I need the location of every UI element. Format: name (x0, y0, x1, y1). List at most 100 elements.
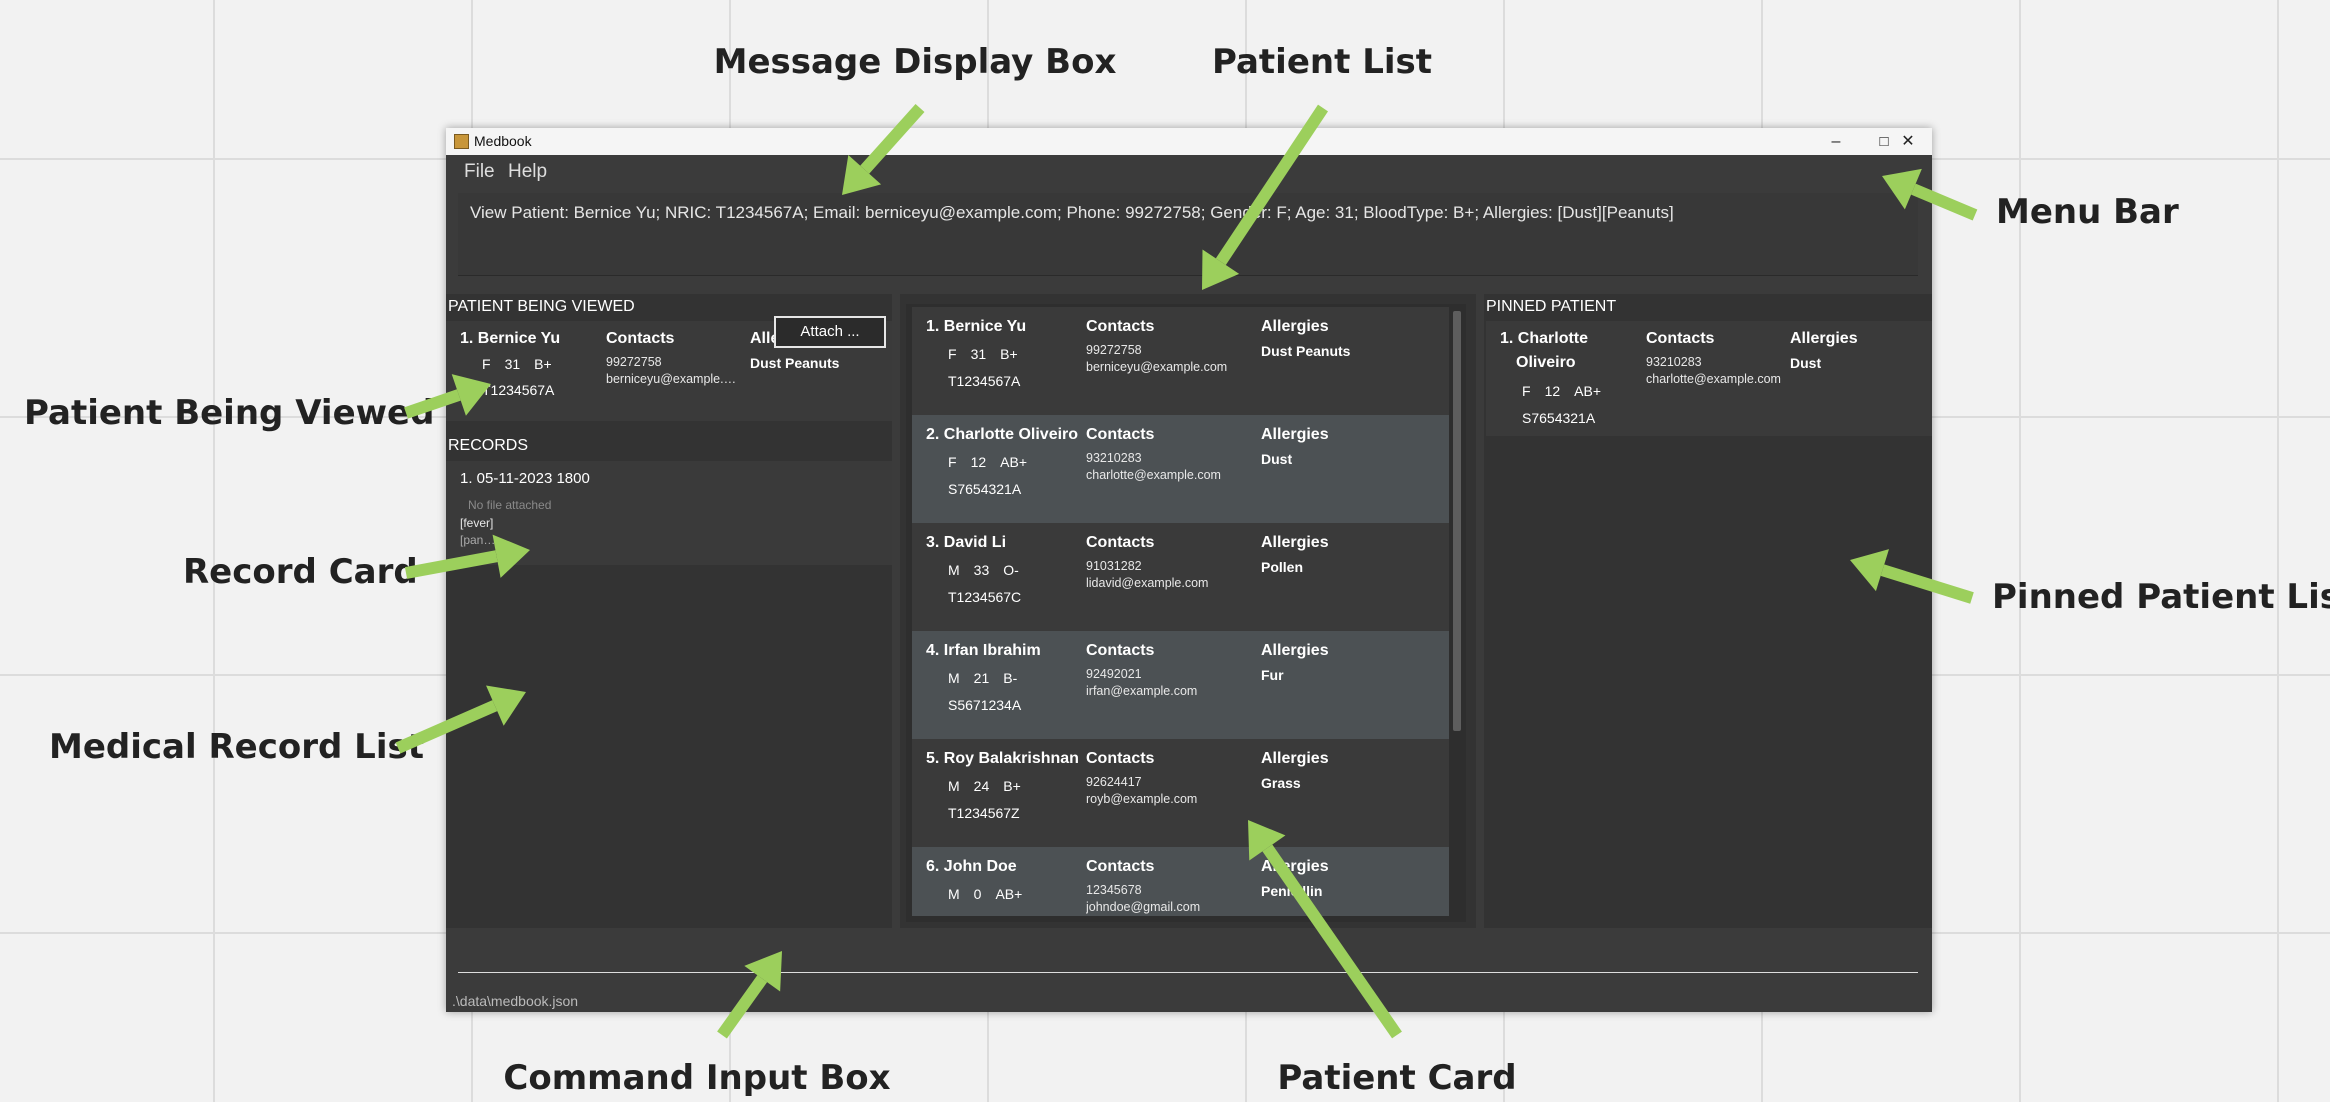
patient-allergies-label: Allergies (1261, 642, 1329, 659)
patient-age: 31 (970, 346, 987, 362)
viewed-age: 31 (504, 356, 521, 372)
status-bar: .\data\medbook.json (446, 990, 1932, 1012)
viewed-name: 1. Bernice Yu (460, 330, 561, 347)
patient-age: 12 (970, 454, 987, 470)
patient-card[interactable]: 4. Irfan Ibrahim M 21 B- S5671234A Contact… (912, 631, 1449, 739)
record-file-status: No file attached (468, 498, 552, 512)
viewed-nric: T1234567A (482, 382, 555, 398)
label-record-card: Record Card (183, 552, 418, 592)
patient-allergies: Grass (1261, 775, 1301, 791)
patient-name: 6. John Doe (926, 858, 1017, 875)
patient-age: 24 (973, 778, 990, 794)
pinned-section-title: PINNED PATIENT (1486, 298, 1617, 315)
patient-contacts-label: Contacts (1086, 318, 1155, 335)
command-input-underline (458, 972, 1918, 973)
viewed-gender: F (482, 356, 491, 372)
patient-phone: 93210283 (1086, 451, 1142, 465)
patient-nric: S7654321A (948, 481, 1022, 497)
pinned-name-line2: Oliveiro (1516, 354, 1576, 371)
patient-meta: F 12 AB+ (948, 454, 1041, 470)
patient-card[interactable]: 3. David Li M 33 O- T1234567C Contacts 910… (912, 523, 1449, 631)
pinned-email: charlotte@example.com (1646, 372, 1781, 386)
patient-nric: T1234567C (948, 589, 1022, 605)
title-bar: Medbook – □ ✕ (446, 128, 1932, 155)
records-section-title: RECORDS (448, 437, 529, 454)
patient-card[interactable]: 6. John Doe M 0 AB+ Contacts 12345678 john… (912, 847, 1449, 916)
patient-email: royb@example.com (1086, 792, 1198, 806)
patient-list-scrollbar[interactable] (1453, 311, 1461, 731)
minimize-icon[interactable]: – (1812, 128, 1860, 155)
status-path: .\data\medbook.json (452, 993, 579, 1009)
patient-gender: M (948, 562, 960, 578)
pinned-gender: F (1522, 383, 1531, 399)
patient-gender: M (948, 670, 960, 686)
patient-name: 5. Roy Balakrishnan (926, 750, 1079, 767)
patient-meta: F 31 B+ (948, 346, 1032, 362)
patient-phone: 12345678 (1086, 883, 1142, 897)
patient-email: johndoe@gmail.com (1086, 900, 1201, 914)
patient-meta: M 33 O- (948, 562, 1033, 578)
patient-card[interactable]: 5. Roy Balakrishnan M 24 B+ T1234567Z Cont… (912, 739, 1449, 847)
patient-email: irfan@example.com (1086, 684, 1198, 698)
record-datetime: 1. 05-11-2023 1800 (460, 470, 590, 487)
patient-name: 2. Charlotte Oliveiro (926, 426, 1079, 443)
patient-allergies-label: Allergies (1261, 858, 1329, 875)
viewed-allergies: Dust Peanuts (750, 355, 840, 371)
close-icon[interactable]: ✕ (1884, 128, 1932, 155)
pinned-contacts-label: Contacts (1646, 330, 1715, 347)
viewed-meta: F 31 B+ (482, 356, 566, 372)
record-line-2: [panadol] (460, 533, 500, 547)
app-icon (454, 134, 469, 149)
patient-gender: F (948, 346, 957, 362)
patient-blood: AB+ (995, 886, 1023, 902)
patient-phone: 92624417 (1086, 775, 1142, 789)
patient-card[interactable]: 2. Charlotte Oliveiro F 12 AB+ S7654321A C… (912, 415, 1449, 523)
label-patient-list: Patient List (1211, 42, 1433, 82)
patient-nric: S5671234A (948, 697, 1022, 713)
menu-bar: File Help (446, 155, 1932, 191)
viewed-blood: B+ (534, 356, 552, 372)
patient-phone: 91031282 (1086, 559, 1142, 573)
label-command-input-box: Command Input Box (503, 1058, 891, 1098)
patient-contacts-label: Contacts (1086, 642, 1155, 659)
patient-contacts-label: Contacts (1086, 750, 1155, 767)
patient-card[interactable]: 1. Bernice Yu F 31 B+ T1234567A Contacts 9… (912, 307, 1449, 415)
patient-name: 3. David Li (926, 534, 1007, 551)
label-patient-card: Patient Card (1277, 1058, 1517, 1098)
patient-gender: F (948, 454, 957, 470)
pinned-age: 12 (1544, 383, 1561, 399)
menu-file[interactable]: File (464, 161, 495, 183)
pinned-nric: S7654321A (1522, 410, 1596, 426)
pinned-allergies: Dust (1790, 355, 1822, 371)
patient-contacts-label: Contacts (1086, 534, 1155, 551)
patient-allergies-label: Allergies (1261, 534, 1329, 551)
pinned-patient-card[interactable]: 1. Charlotte Oliveiro F 12 AB+ S7654321A C… (1486, 321, 1932, 436)
pinned-phone: 93210283 (1646, 355, 1702, 369)
pinned-allergies-label: Allergies (1790, 330, 1858, 347)
patient-blood: B+ (1003, 778, 1021, 794)
menu-help[interactable]: Help (508, 161, 547, 183)
window-title: Medbook (474, 133, 532, 149)
message-display-box[interactable]: View Patient: Bernice Yu; NRIC: T1234567… (458, 193, 1918, 276)
patient-blood: B+ (1000, 346, 1018, 362)
patient-gender: M (948, 778, 960, 794)
patient-name: 4. Irfan Ibrahim (926, 642, 1041, 659)
patient-name: 1. Bernice Yu (926, 318, 1027, 335)
patient-age: 33 (973, 562, 990, 578)
patient-allergies-label: Allergies (1261, 750, 1329, 767)
record-card[interactable]: 1. 05-11-2023 1800 No file attached [fev… (446, 461, 892, 565)
pinned-name-line1: 1. Charlotte (1500, 330, 1589, 347)
patient-meta: M 0 AB+ (948, 886, 1036, 902)
patient-allergies-label: Allergies (1261, 318, 1329, 335)
attach-button[interactable]: Attach ... (774, 316, 886, 348)
result-message: View Patient: Bernice Yu; NRIC: T1234567… (470, 203, 1674, 222)
patient-meta: M 21 B- (948, 670, 1031, 686)
patient-age: 0 (973, 886, 982, 902)
patient-blood: B- (1003, 670, 1018, 686)
patient-nric: T1234567A (948, 373, 1021, 389)
patient-email: berniceyu@example.com (1086, 360, 1228, 374)
patient-nric: T1234567Z (948, 805, 1020, 821)
patient-meta: M 24 B+ (948, 778, 1035, 794)
command-input-box[interactable] (446, 928, 1932, 990)
patient-email: charlotte@example.com (1086, 468, 1221, 482)
